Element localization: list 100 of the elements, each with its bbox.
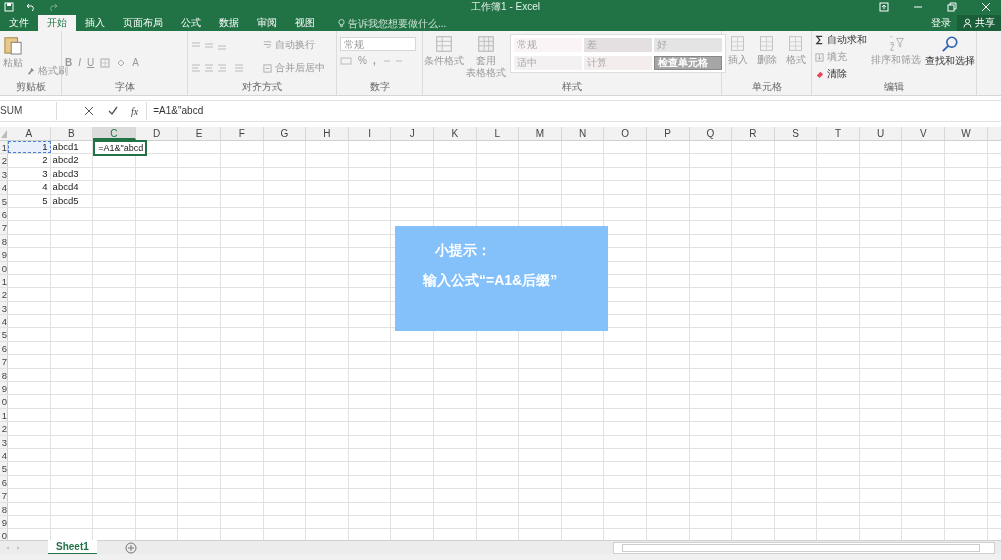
ribbon-tab[interactable]: 视图 <box>286 15 324 31</box>
tell-me-field[interactable]: 告诉我您想要做什么... <box>338 15 468 31</box>
column-header[interactable]: N <box>561 127 605 140</box>
row-header[interactable]: 4 <box>0 181 8 194</box>
row-header[interactable]: 8 <box>0 502 8 515</box>
ribbon-display-icon[interactable] <box>879 1 889 12</box>
row-header[interactable]: 8 <box>0 234 8 248</box>
formula-field[interactable]: =A1&"abcd <box>146 102 1001 120</box>
row-header[interactable]: 5 <box>0 194 8 207</box>
cancel-icon[interactable] <box>84 106 94 116</box>
eraser-icon <box>815 69 824 79</box>
border-icon[interactable] <box>100 57 111 68</box>
row-header[interactable]: 1 <box>0 274 8 288</box>
row-header[interactable]: 9 <box>0 382 8 395</box>
ribbon-tab[interactable]: 审阅 <box>248 15 286 31</box>
row-header[interactable]: 2 <box>0 422 8 435</box>
undo-icon[interactable] <box>26 1 36 12</box>
column-header[interactable]: I <box>348 127 392 140</box>
row-header[interactable]: 1 <box>0 408 8 422</box>
sign-in-link[interactable]: 登录 <box>925 15 957 31</box>
row-header[interactable]: 3 <box>0 435 8 448</box>
horizontal-scrollbar[interactable] <box>613 541 995 554</box>
column-header[interactable]: Q <box>689 127 733 140</box>
column-header[interactable]: A <box>8 127 51 140</box>
ribbon-tab[interactable]: 数据 <box>210 15 248 31</box>
table-cell: 1 <box>8 141 51 154</box>
name-box[interactable]: SUM <box>0 102 57 120</box>
row-header[interactable]: 7 <box>0 355 8 368</box>
column-header[interactable]: K <box>433 127 477 140</box>
column-header[interactable]: C <box>93 127 136 140</box>
table-cell: 2 <box>8 154 51 167</box>
row-header[interactable]: 5 <box>0 462 8 475</box>
row-header[interactable]: 9 <box>0 248 8 261</box>
save-icon[interactable] <box>4 1 14 12</box>
table-icon <box>435 35 453 53</box>
group-label: 剪贴板 <box>14 80 47 93</box>
column-header[interactable]: R <box>732 127 775 140</box>
search-icon <box>941 35 959 53</box>
column-header[interactable]: M <box>519 127 562 140</box>
tip-title: 小提示： <box>434 242 491 260</box>
ribbon-tab[interactable]: 文件 <box>0 15 38 31</box>
group-label: 单元格 <box>750 80 783 93</box>
close-icon[interactable] <box>981 1 991 12</box>
group-label: 对齐方式 <box>241 80 283 93</box>
restore-icon[interactable] <box>947 1 957 12</box>
row-header[interactable]: 5 <box>0 328 8 341</box>
row-header[interactable]: 3 <box>0 301 8 315</box>
column-header[interactable]: G <box>263 127 307 140</box>
ribbon-tab[interactable]: 开始 <box>38 15 76 31</box>
ribbon-tab[interactable]: 页面布局 <box>114 15 172 31</box>
merge-icon <box>263 63 272 73</box>
find-select-button[interactable]: 查找和选择 <box>925 33 975 80</box>
column-header[interactable]: S <box>774 127 818 140</box>
check-icon[interactable] <box>108 106 118 116</box>
group-label: 数字 <box>368 80 391 93</box>
table-cell: 3 <box>8 167 51 181</box>
row-header[interactable]: 6 <box>0 207 8 221</box>
column-header[interactable]: L <box>476 127 520 140</box>
share-button[interactable]: 共享 <box>957 15 1001 31</box>
group-label: 编辑 <box>883 80 905 93</box>
column-header[interactable]: O <box>604 127 647 140</box>
row-header[interactable]: 4 <box>0 449 8 462</box>
row-header[interactable]: 6 <box>0 341 8 355</box>
column-header[interactable]: F <box>220 127 264 140</box>
row-header[interactable]: 8 <box>0 368 8 382</box>
person-icon <box>963 18 972 28</box>
column-header[interactable]: H <box>306 127 349 140</box>
row-header[interactable]: 7 <box>0 489 8 502</box>
table-cell: abcd5 <box>50 194 94 207</box>
table-cell: 4 <box>8 181 51 194</box>
add-sheet-icon[interactable] <box>124 541 137 554</box>
ribbon-tab[interactable]: 插入 <box>76 15 114 31</box>
column-header[interactable]: E <box>178 127 221 140</box>
row-header[interactable]: 9 <box>0 515 8 529</box>
row-header[interactable]: 7 <box>0 221 8 234</box>
row-header[interactable]: 0 <box>0 261 8 274</box>
table-icon <box>477 35 495 53</box>
column-header[interactable]: W <box>945 127 988 140</box>
column-header[interactable]: U <box>859 127 903 140</box>
column-header[interactable]: T <box>817 127 860 140</box>
insert-function-button[interactable]: fx <box>131 105 139 117</box>
sigma-icon <box>815 35 824 45</box>
redo-icon[interactable] <box>48 1 58 12</box>
row-header[interactable]: 2 <box>0 154 8 167</box>
cells-icon <box>729 35 746 52</box>
row-header[interactable]: 6 <box>0 475 8 489</box>
ribbon-tab[interactable]: 公式 <box>172 15 210 31</box>
cells-icon <box>758 35 775 52</box>
down-arrow-icon <box>815 52 824 62</box>
column-header[interactable]: V <box>902 127 946 140</box>
autosum-button[interactable]: 自动求和 <box>815 33 867 47</box>
group-label: 样式 <box>561 80 583 93</box>
row-header[interactable]: 4 <box>0 315 8 328</box>
table-cell: 5 <box>8 194 51 207</box>
clear-button[interactable]: 清除 <box>815 67 867 81</box>
column-header[interactable]: J <box>391 127 434 140</box>
row-header[interactable]: 0 <box>0 395 8 408</box>
column-header[interactable]: P <box>646 127 690 140</box>
row-header[interactable]: 3 <box>0 167 8 181</box>
row-header[interactable]: 2 <box>0 288 8 301</box>
